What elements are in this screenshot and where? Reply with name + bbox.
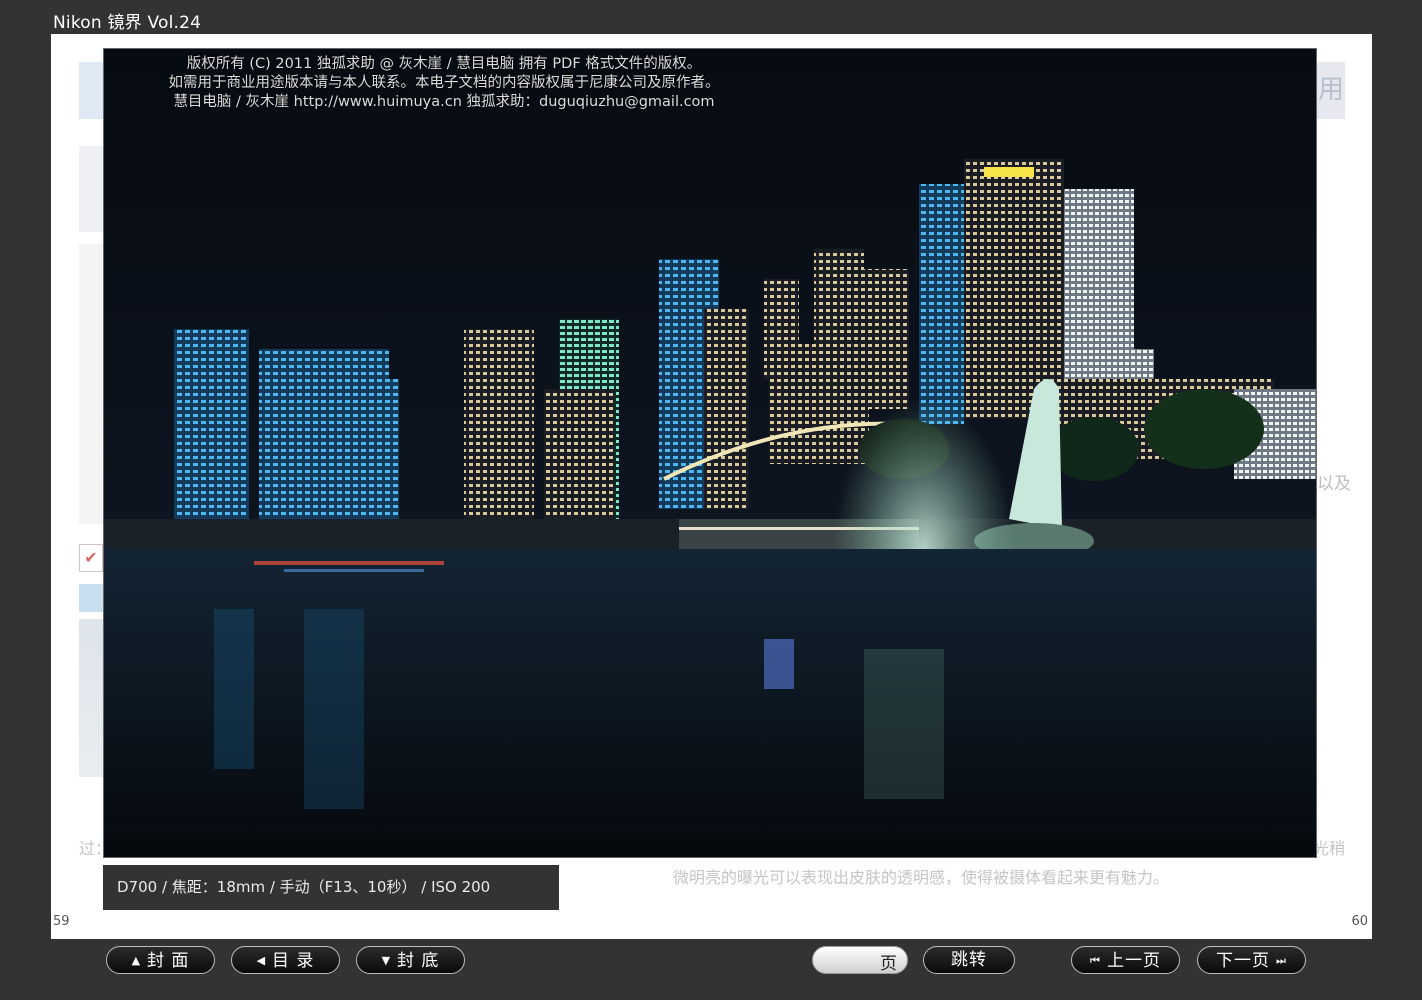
next-page-label: 下一页: [1216, 951, 1271, 971]
cover-button-label: 封 面: [147, 951, 190, 971]
toc-button-label: 目 录: [272, 951, 315, 971]
copyright-notice: 版权所有 (C) 2011 独孤求助 @ 灰木崖 / 慧目电脑 拥有 PDF 格…: [104, 55, 784, 112]
copyright-line-1: 版权所有 (C) 2011 独孤求助 @ 灰木崖 / 慧目电脑 拥有 PDF 格…: [186, 56, 702, 72]
back-cover-button-label: 封 底: [397, 951, 440, 971]
triangle-down-icon: ▼: [381, 954, 392, 967]
triangle-up-icon: ▲: [131, 954, 142, 967]
enlarged-photo[interactable]: 版权所有 (C) 2011 独孤求助 @ 灰木崖 / 慧目电脑 拥有 PDF 格…: [103, 48, 1317, 858]
prev-page-label: 上一页: [1106, 951, 1161, 971]
jump-button-label: 跳转: [951, 950, 987, 970]
night-skyline-image: [104, 49, 1316, 857]
underlay-banner-glyph: 用: [1317, 62, 1345, 119]
jump-button[interactable]: 跳转: [923, 946, 1015, 974]
checkmark-icon: ✔: [79, 544, 103, 572]
copyright-line-3: 慧目电脑 / 灰木崖 http://www.huimuya.cn 独孤求助：du…: [173, 94, 715, 110]
skip-forward-icon: ⏭: [1276, 954, 1287, 967]
page-number-field: 页: [812, 946, 908, 974]
copyright-line-2: 如需用于商业用途版本请与本人联系。本电子文档的内容版权属于尼康公司及原作者。: [168, 75, 720, 91]
app-title: Nikon 镜界 Vol.24: [53, 13, 202, 33]
skip-back-icon: ⏮: [1090, 954, 1101, 967]
right-page-number: 60: [1351, 914, 1368, 929]
toc-button[interactable]: ◀ 目 录: [231, 946, 340, 974]
prev-page-button[interactable]: ⏮ 上一页: [1071, 946, 1180, 974]
exif-caption: D700 / 焦距：18mm / 手动（F13、10秒） / ISO 200: [103, 865, 559, 910]
back-cover-button[interactable]: ▼ 封 底: [356, 946, 465, 974]
underlay-side-text: 以及: [1317, 474, 1351, 494]
page-suffix-label: 页: [880, 954, 897, 974]
cover-button[interactable]: ▲ 封 面: [106, 946, 215, 974]
triangle-left-icon: ◀: [256, 954, 267, 967]
next-page-button[interactable]: 下一页 ⏭: [1197, 946, 1306, 974]
page-number-input[interactable]: [823, 950, 877, 972]
left-page-number: 59: [53, 914, 70, 929]
